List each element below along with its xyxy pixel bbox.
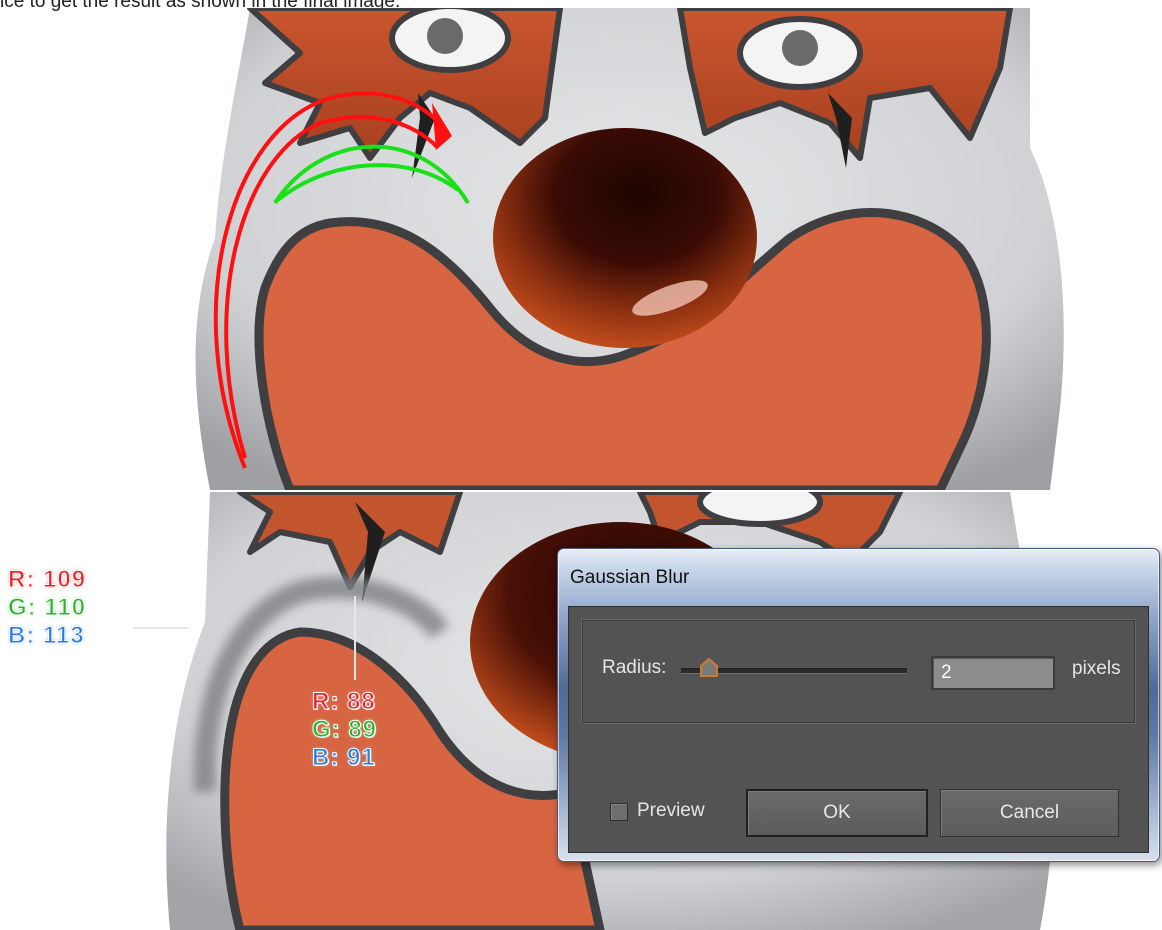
- blue-value: B: 91: [311, 744, 376, 772]
- color-readout-inner: R: 88 G: 89 B: 91: [311, 688, 378, 772]
- dialog-body: Radius: pixels Preview OK Cancel: [568, 606, 1149, 853]
- cancel-button[interactable]: Cancel: [940, 789, 1119, 837]
- left-pupil: [427, 18, 463, 54]
- radius-slider-thumb[interactable]: [698, 657, 720, 679]
- right-pupil: [782, 30, 818, 66]
- blue-value: B: 113: [7, 622, 85, 650]
- dialog-title: Gaussian Blur: [570, 567, 690, 588]
- gaussian-blur-dialog: Gaussian Blur Radius: pixels Preview OK …: [557, 548, 1160, 862]
- green-value: G: 110: [7, 594, 87, 622]
- right-eye-bottom: [697, 492, 823, 527]
- radius-input[interactable]: [931, 656, 1055, 690]
- pixels-unit-label: pixels: [1072, 658, 1121, 679]
- clown-illustration-top: [0, 8, 1162, 490]
- guide-line-left: [133, 627, 189, 629]
- preview-checkbox[interactable]: [610, 803, 628, 821]
- guide-line-inner: [354, 596, 356, 680]
- red-value: R: 88: [311, 688, 376, 716]
- ok-button[interactable]: OK: [746, 789, 928, 837]
- green-value: G: 89: [311, 716, 378, 744]
- radius-label: Radius:: [602, 657, 667, 678]
- color-readout-outer: R: 109 G: 110 B: 113: [7, 566, 87, 650]
- clown-face-drawing: [195, 8, 1064, 490]
- preview-label[interactable]: Preview: [637, 800, 705, 822]
- nose: [493, 128, 757, 348]
- red-value: R: 109: [7, 566, 87, 594]
